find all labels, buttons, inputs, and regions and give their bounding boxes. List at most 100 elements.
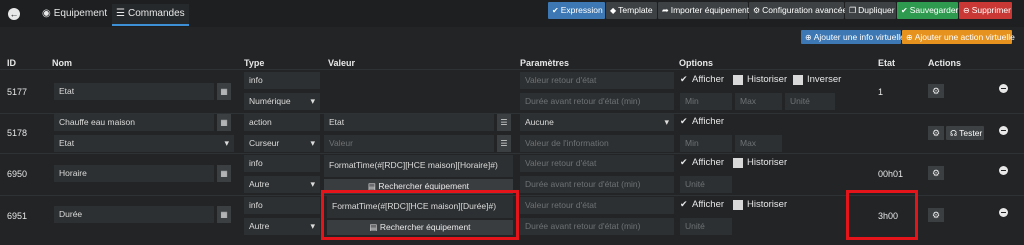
list-icon: ☰ [116, 8, 125, 19]
afficher-label: Afficher [692, 74, 725, 85]
inverser-label: Inverser [807, 74, 842, 85]
subtype-select[interactable]: Autre [244, 176, 320, 193]
copy-icon: ❐ [849, 6, 857, 15]
add-virtual-action-button[interactable]: ⊕ Ajouter une action virtuelle [902, 30, 1015, 44]
list-picker-icon[interactable]: ☰ [497, 135, 511, 152]
name-input[interactable]: Durée [54, 206, 214, 223]
max-input[interactable]: Max [735, 135, 782, 152]
return-value-input[interactable]: Valeur retour d'état [520, 155, 674, 172]
check-icon[interactable]: ✔ [680, 75, 689, 84]
linked-info-select[interactable]: Etat [54, 135, 234, 152]
unit-input[interactable]: Unité [680, 176, 732, 193]
header-options: Options [679, 58, 713, 68]
tab-equipement[interactable]: ◉ Equipement [38, 4, 111, 26]
historiser-label: Historiser [747, 199, 788, 210]
afficher-label: Afficher [692, 199, 725, 210]
value-textarea[interactable]: FormatTime(#[RDC][HCE maison][Horaire]#) [324, 155, 513, 177]
return-delay-input[interactable]: Durée avant retour d'état (min) [520, 93, 674, 110]
header-nom: Nom [52, 58, 72, 68]
info-value-input[interactable]: Valeur de l'information [520, 135, 674, 152]
name-input[interactable]: Chauffe eau maison [54, 114, 214, 131]
row-divider [0, 153, 1024, 154]
name-input[interactable]: Horaire [54, 165, 214, 182]
icon-picker-button[interactable]: ▦ [217, 114, 231, 131]
return-value-input[interactable]: Valeur retour d'état [520, 197, 674, 214]
min-input[interactable]: Min [680, 93, 732, 110]
max-input[interactable]: Max [735, 93, 782, 110]
advanced-config-button[interactable]: ⚙ Configuration avancée [749, 2, 847, 19]
return-value-input[interactable]: Valeur retour d'état [520, 72, 674, 89]
type-select[interactable]: info [244, 197, 320, 214]
return-delay-input[interactable]: Durée avant retour d'état (min) [520, 218, 674, 235]
gear-icon[interactable]: ⚙ [928, 208, 944, 222]
remove-icon[interactable] [999, 166, 1008, 175]
header-etat: Etat [878, 58, 896, 68]
historiser-label: Historiser [747, 157, 788, 168]
delete-button[interactable]: ⊖ Supprimer [959, 2, 1012, 19]
unit-input[interactable]: Unité [680, 218, 732, 235]
icon-picker-button[interactable]: ▦ [217, 165, 231, 182]
row-id: 5177 [7, 87, 28, 97]
dashboard-icon: ◉ [42, 8, 51, 19]
unit-input[interactable]: Unité [785, 93, 835, 110]
highlight-box [321, 190, 519, 240]
minus-circle-icon: ⊖ [963, 6, 970, 15]
rss-icon: ☊ [950, 129, 958, 138]
header-type: Type [244, 58, 265, 68]
import-button[interactable]: ➦ Importer équipement [658, 2, 749, 19]
duplicate-button[interactable]: ❐ Dupliquer [845, 2, 896, 19]
header-id: ID [7, 58, 16, 68]
check-icon[interactable]: ✔ [680, 117, 689, 126]
state-value: 1 [878, 87, 884, 97]
type-select[interactable]: action [244, 114, 320, 131]
remove-icon[interactable] [999, 126, 1008, 135]
header-valeur: Valeur [328, 58, 356, 68]
value-input[interactable]: Valeur [324, 135, 494, 152]
add-virtual-info-button[interactable]: ⊕ Ajouter une info virtuelle [801, 30, 905, 44]
remove-icon[interactable] [999, 208, 1008, 217]
historiser-checkbox[interactable] [733, 158, 743, 168]
row-divider [0, 69, 1024, 70]
afficher-label: Afficher [692, 157, 725, 168]
subtype-select[interactable]: Numérique [244, 93, 320, 110]
save-button[interactable]: ✔ Sauvegarder [897, 2, 958, 19]
gear-icon[interactable]: ⚙ [928, 84, 944, 98]
header-actions: Actions [928, 58, 962, 68]
inverser-checkbox[interactable] [793, 75, 803, 85]
template-button[interactable]: ◆ Template [606, 2, 657, 19]
value-input[interactable]: Etat [324, 114, 494, 131]
return-delay-input[interactable]: Durée avant retour d'état (min) [520, 176, 674, 193]
type-select[interactable]: info [244, 155, 320, 172]
back-arrow-icon[interactable]: ← [8, 8, 20, 20]
share-icon: ➦ [662, 6, 669, 15]
list-picker-icon[interactable]: ☰ [497, 114, 511, 131]
state-value: 3h00 [878, 211, 899, 221]
subtype-select[interactable]: Curseur [244, 135, 320, 152]
min-input[interactable]: Min [680, 135, 732, 152]
afficher-label: Afficher [692, 116, 725, 127]
row-id: 6951 [7, 211, 28, 221]
state-value: 00h01 [878, 169, 904, 179]
subtype-select[interactable]: Autre [244, 218, 320, 235]
icon-picker-button[interactable]: ▦ [217, 83, 231, 100]
check-icon: ✔ [552, 6, 559, 15]
param-select[interactable]: Aucune [520, 114, 674, 131]
expression-button[interactable]: ✔ Expression [548, 2, 605, 19]
check-icon[interactable]: ✔ [680, 200, 689, 209]
remove-icon[interactable] [999, 84, 1008, 93]
cogs-icon: ⚙ [753, 6, 761, 15]
gear-icon[interactable]: ⚙ [928, 166, 944, 180]
historiser-label: Historiser [747, 74, 788, 85]
row-id: 6950 [7, 169, 28, 179]
historiser-checkbox[interactable] [733, 200, 743, 210]
name-input[interactable]: Etat [54, 83, 214, 100]
gear-icon[interactable]: ⚙ [928, 126, 944, 140]
icon-picker-button[interactable]: ▦ [217, 206, 231, 223]
tester-button[interactable]: ☊ Tester [946, 126, 984, 140]
tab-commandes[interactable]: ☰ Commandes [112, 4, 189, 26]
historiser-checkbox[interactable] [733, 75, 743, 85]
check-icon[interactable]: ✔ [680, 158, 689, 167]
type-select[interactable]: info [244, 72, 320, 89]
plus-circle-icon: ⊕ [805, 33, 812, 42]
header-parametres: Paramètres [520, 58, 570, 68]
